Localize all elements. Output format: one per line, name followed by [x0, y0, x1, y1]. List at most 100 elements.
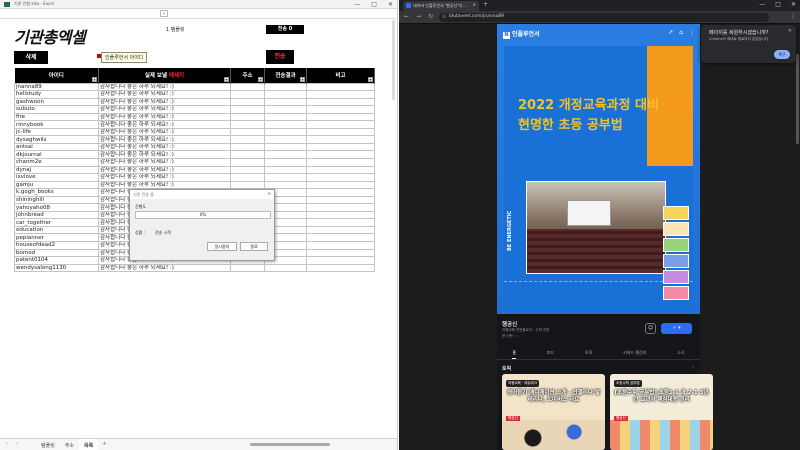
close-icon[interactable]: ✕ [388, 0, 393, 9]
table-cell[interactable] [306, 127, 375, 137]
sheet-tab[interactable]: 템플릿 [36, 439, 60, 450]
table-cell[interactable] [306, 188, 375, 197]
table-cell[interactable] [306, 210, 375, 220]
chrome-maximize-icon[interactable]: □ [775, 1, 781, 8]
table-cell[interactable] [264, 97, 307, 107]
table-cell[interactable]: fire [14, 112, 99, 122]
brand[interactable]: N 인플루언서 [503, 29, 540, 39]
table-cell[interactable] [306, 256, 375, 265]
pause-button[interactable]: 일시중지 [207, 242, 237, 251]
table-cell[interactable]: gashwoon [14, 97, 99, 107]
table-cell[interactable]: 감사합니다 좋은 하루 되세요! :) [98, 120, 231, 129]
table-cell[interactable]: chanm2e [14, 157, 99, 167]
table-cell[interactable] [306, 263, 375, 273]
column-header[interactable]: 비고 ▾ [306, 68, 375, 83]
table-cell[interactable] [306, 157, 375, 167]
section-arrow-icon[interactable]: › [692, 365, 694, 371]
filter-dropdown-icon[interactable]: ▾ [92, 76, 97, 82]
back-icon[interactable]: ← [404, 13, 409, 20]
table-cell[interactable] [264, 135, 307, 144]
table-cell[interactable]: 감사합니다 좋은 하루 되세요! :) [98, 135, 231, 144]
expand-ribbon-icon[interactable]: ⌄ [160, 10, 168, 17]
table-cell[interactable] [230, 82, 265, 92]
subscribe-button[interactable]: ✓ ▾ [661, 323, 692, 334]
share-icon[interactable]: ↗ [668, 29, 673, 36]
table-cell[interactable] [230, 105, 265, 114]
table-cell[interactable] [230, 142, 265, 152]
table-cell[interactable] [306, 165, 375, 175]
profile-tab[interactable]: 토픽 [585, 346, 592, 359]
table-cell[interactable] [264, 180, 307, 190]
minimize-icon[interactable]: — [354, 0, 360, 9]
dialog-close-icon[interactable]: ✕ [268, 191, 271, 196]
table-cell[interactable] [306, 203, 375, 212]
table-cell[interactable]: dynaj [14, 165, 99, 175]
column-header[interactable]: 실제 보낼 메세지 ▾ [98, 68, 231, 83]
table-cell[interactable] [306, 150, 375, 159]
filter-dropdown-icon[interactable]: ▾ [300, 76, 305, 82]
table-cell[interactable] [306, 112, 375, 122]
profile-tab[interactable]: 홈 [512, 346, 517, 359]
table-cell[interactable]: rinnybook [14, 120, 99, 129]
table-cell[interactable]: subuto [14, 105, 99, 114]
more-icon[interactable]: ⋮ [689, 29, 695, 36]
address-bar[interactable]: ⊙ blutaveet.com/jnanna89 [439, 13, 769, 22]
table-cell[interactable]: 감사합니다 좋은 하루 되세요! :) [98, 263, 231, 273]
table-cell[interactable] [230, 90, 265, 99]
table-cell[interactable] [264, 127, 307, 137]
table-cell[interactable] [306, 105, 375, 114]
table-cell[interactable] [264, 173, 307, 182]
profile-tab[interactable]: 키워드 챌린지 [623, 346, 646, 359]
filter-dropdown-icon[interactable]: ▾ [368, 76, 373, 82]
table-cell[interactable]: 감사합니다 좋은 하루 되세요! :) [98, 127, 231, 137]
chrome-close-icon[interactable]: ✕ [791, 1, 796, 8]
table-cell[interactable] [264, 112, 307, 122]
table-cell[interactable] [306, 97, 375, 107]
table-cell[interactable] [306, 120, 375, 129]
filter-dropdown-icon[interactable]: ▾ [224, 76, 229, 82]
table-cell[interactable] [306, 82, 375, 92]
table-cell[interactable] [306, 135, 375, 144]
tab-close-icon[interactable]: ✕ [473, 2, 476, 7]
table-cell[interactable]: 감사합니다 좋은 하루 되세요! :) [98, 150, 231, 159]
table-cell[interactable] [264, 142, 307, 152]
table-cell[interactable]: johnbread [14, 210, 99, 220]
table-cell[interactable]: houseofdead2 [14, 241, 99, 250]
table-cell[interactable] [306, 142, 375, 152]
table-cell[interactable]: patent0104 [14, 256, 99, 265]
table-cell[interactable]: dkjournal [14, 150, 99, 159]
stop-button[interactable]: 종료 [240, 242, 268, 251]
table-cell[interactable] [306, 248, 375, 258]
table-cell[interactable] [230, 112, 265, 122]
home-icon[interactable]: ⌂ [679, 29, 683, 36]
prev-sheet-icon[interactable]: ‹ [6, 441, 8, 447]
table-cell[interactable]: k.gogh_books [14, 188, 99, 197]
table-cell[interactable]: education [14, 225, 99, 235]
profile-tab[interactable]: 피드 [547, 346, 554, 359]
table-cell[interactable] [306, 173, 375, 182]
table-cell[interactable]: gamju [14, 180, 99, 190]
vertical-scrollbar[interactable] [392, 20, 395, 100]
message-button[interactable]: ☺ [645, 323, 656, 334]
table-cell[interactable] [230, 97, 265, 107]
table-cell[interactable]: 감사합니다 좋은 하루 되세요! :) [98, 105, 231, 114]
sheet-tab[interactable]: 주소 [60, 439, 79, 450]
table-cell[interactable] [230, 135, 265, 144]
restore-button[interactable]: 복구 [774, 50, 790, 59]
table-cell[interactable] [230, 150, 265, 159]
table-cell[interactable] [230, 157, 265, 167]
column-header[interactable]: 전송결과 ▾ [264, 68, 307, 83]
topic-card[interactable]: 초등수학 공부법 [초등수학 공부법] 초등1-1 과 2-1 3년간 교과서 … [610, 374, 713, 450]
sheet-tab[interactable]: 목록 [79, 439, 99, 450]
filter-dropdown-icon[interactable]: ▾ [258, 76, 263, 82]
column-header[interactable]: 주소 ▾ [230, 68, 265, 83]
reload-icon[interactable]: ↻ [428, 13, 433, 20]
table-cell[interactable] [306, 241, 375, 250]
table-cell[interactable]: hellstudy [14, 90, 99, 99]
table-cell[interactable]: peplanner [14, 233, 99, 242]
table-cell[interactable]: 감사합니다 좋은 하루 되세요! :) [98, 82, 231, 92]
profile-more[interactable]: 한 이란 › › [502, 334, 518, 339]
table-cell[interactable] [264, 157, 307, 167]
table-cell[interactable] [230, 127, 265, 137]
table-cell[interactable] [306, 195, 375, 205]
